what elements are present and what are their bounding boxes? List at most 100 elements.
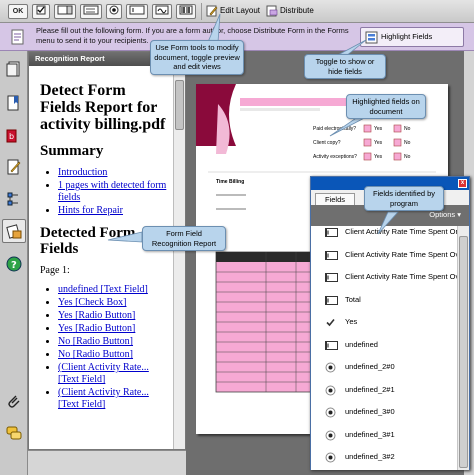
report-scrollbar[interactable] bbox=[173, 66, 185, 449]
doc-yes-label: Yes bbox=[374, 140, 383, 146]
doc-no-label: No bbox=[404, 126, 411, 132]
attachments-icon[interactable] bbox=[6, 393, 22, 409]
text-field-icon bbox=[325, 226, 338, 241]
radio-icon bbox=[325, 406, 336, 421]
checkbox-tool-icon bbox=[36, 5, 46, 15]
checkbox-tool-button[interactable] bbox=[32, 4, 50, 19]
hints-link[interactable]: Hints for Repair bbox=[58, 205, 123, 216]
detected-field-link[interactable]: Yes [Check Box] bbox=[58, 297, 126, 308]
list-item[interactable]: Yes bbox=[311, 312, 457, 331]
text-field-tool-icon bbox=[129, 5, 145, 15]
ok-button[interactable]: OK bbox=[8, 4, 28, 19]
detected-field-link[interactable]: (Client Activity Rate... [Text Field] bbox=[58, 362, 149, 385]
list-item[interactable]: Client Activity Rate Time Spent Ov bbox=[311, 267, 457, 286]
doc-no-label: No bbox=[404, 140, 411, 146]
field-name: Client Activity Rate Time Spent Ov bbox=[345, 249, 457, 259]
distribute-icon bbox=[266, 5, 278, 17]
svg-text:b: b bbox=[9, 132, 14, 141]
list-item[interactable]: Client Activity Rate Time Spent Ov bbox=[311, 245, 457, 264]
text-field-icon bbox=[325, 249, 338, 264]
radio-icon bbox=[325, 451, 336, 466]
tab-fields[interactable]: Fields bbox=[315, 193, 355, 205]
navigation-rail: b ? bbox=[0, 51, 28, 475]
doc-question-label: Activity exceptions? bbox=[313, 154, 357, 160]
form-toolbar: OK Edit Layout Distribute bbox=[0, 0, 474, 23]
doc-question-label: Paid electronically? bbox=[313, 126, 357, 132]
edit-layout-button[interactable]: Edit Layout bbox=[206, 4, 262, 19]
highlight-fields-button[interactable]: Highlight Fields bbox=[360, 27, 464, 47]
list-box-tool-button[interactable] bbox=[80, 4, 102, 19]
detected-field-link[interactable]: Yes [Radio Button] bbox=[58, 310, 135, 321]
fields-scroll-thumb[interactable] bbox=[459, 236, 468, 468]
doc-section-label: Time Billing bbox=[216, 179, 245, 185]
radio-tool-button[interactable] bbox=[106, 4, 122, 19]
detected-field-link[interactable]: No [Radio Button] bbox=[58, 336, 133, 347]
list-item: (Client Activity Rate... [Text Field] bbox=[58, 362, 169, 386]
field-name: Client Activity Rate Time Spent Ov bbox=[345, 272, 457, 281]
options-label: Options bbox=[429, 210, 456, 219]
fields-close-icon[interactable]: x bbox=[458, 179, 467, 188]
checkbox-icon bbox=[325, 316, 336, 331]
list-item: No [Radio Button] bbox=[58, 349, 169, 361]
list-item: No [Radio Button] bbox=[58, 336, 169, 348]
layers-icon[interactable] bbox=[6, 191, 22, 207]
comments-icon[interactable] bbox=[6, 425, 22, 441]
report-panel-title: Recognition Report bbox=[35, 54, 105, 63]
options-menu-button[interactable]: Options ▾ bbox=[429, 210, 461, 219]
doc-no-label: No bbox=[404, 154, 411, 160]
list-item[interactable]: undefined_2#1 bbox=[311, 380, 457, 399]
report-callout: Form Field Recognition Report bbox=[142, 226, 226, 251]
list-item: undefined [Text Field] bbox=[58, 284, 169, 296]
pages-icon[interactable] bbox=[6, 61, 22, 77]
toggle-fields-callout: Toggle to show or hide fields bbox=[304, 54, 386, 79]
svg-text:?: ? bbox=[11, 260, 17, 271]
text-field-tool-button[interactable] bbox=[126, 4, 148, 19]
detected-field-link[interactable]: No [Radio Button] bbox=[58, 349, 133, 360]
report-body: Detect Form Fields Report for activity b… bbox=[29, 66, 175, 449]
barcode-tool-button[interactable] bbox=[176, 4, 196, 19]
form-document-icon bbox=[11, 29, 24, 45]
detected-field-link[interactable]: undefined [Text Field] bbox=[58, 284, 148, 295]
introduction-link[interactable]: Introduction bbox=[58, 167, 107, 178]
list-item[interactable]: Total bbox=[311, 290, 457, 309]
highlighted-fields-callout: Highlighted fields on document bbox=[346, 94, 426, 119]
radio-icon bbox=[325, 429, 336, 444]
summary-list: Introduction 1 pages with detected form … bbox=[58, 167, 169, 217]
field-name: Total bbox=[345, 294, 361, 304]
list-item[interactable]: undefined_3#2 bbox=[311, 447, 457, 466]
summary-item: Introduction bbox=[58, 167, 169, 179]
highlight-fields-icon bbox=[365, 31, 378, 44]
report-status-bar bbox=[28, 450, 186, 475]
radio-icon bbox=[325, 384, 336, 399]
signature-tool-button[interactable] bbox=[152, 4, 172, 19]
help-icon[interactable]: ? bbox=[6, 256, 22, 272]
list-item[interactable]: undefined_2#0 bbox=[311, 357, 457, 376]
list-item[interactable]: undefined bbox=[311, 335, 457, 354]
list-item[interactable]: undefined_3#0 bbox=[311, 402, 457, 421]
field-name: Client Activity Rate Time Spent On bbox=[345, 227, 457, 236]
pages-detected-link[interactable]: 1 pages with detected form fields bbox=[58, 180, 166, 203]
fields-scrollbar[interactable] bbox=[457, 226, 469, 470]
list-item[interactable]: undefined_3#1 bbox=[311, 425, 457, 444]
detected-field-link[interactable]: (Client Activity Rate... [Text Field] bbox=[58, 387, 149, 410]
detected-field-link[interactable]: Yes [Radio Button] bbox=[58, 323, 135, 334]
field-name: undefined_2#0 bbox=[345, 362, 395, 371]
bookmarks-icon[interactable] bbox=[6, 95, 22, 111]
toolbar-separator bbox=[201, 3, 202, 20]
field-name: undefined_3#0 bbox=[345, 407, 395, 416]
field-name: Yes bbox=[345, 317, 358, 326]
edit-page-icon[interactable] bbox=[6, 159, 22, 175]
form-fields-icon[interactable] bbox=[6, 223, 22, 239]
distribute-button[interactable]: Distribute bbox=[266, 4, 322, 19]
text-field-icon bbox=[325, 294, 338, 309]
summary-heading: Summary bbox=[40, 143, 104, 159]
list-box-tool-icon bbox=[83, 5, 99, 15]
list-item[interactable]: Client Activity Rate Time Spent On bbox=[311, 226, 457, 241]
signatures-icon[interactable]: b bbox=[6, 128, 22, 144]
field-name: undefined_3#2 bbox=[345, 452, 395, 461]
page-label: Page 1: bbox=[40, 265, 70, 276]
report-scroll-thumb[interactable] bbox=[175, 80, 184, 130]
edit-layout-icon bbox=[206, 5, 218, 17]
field-name: undefined_3#1 bbox=[345, 429, 395, 439]
combo-box-tool-button[interactable] bbox=[54, 4, 76, 19]
